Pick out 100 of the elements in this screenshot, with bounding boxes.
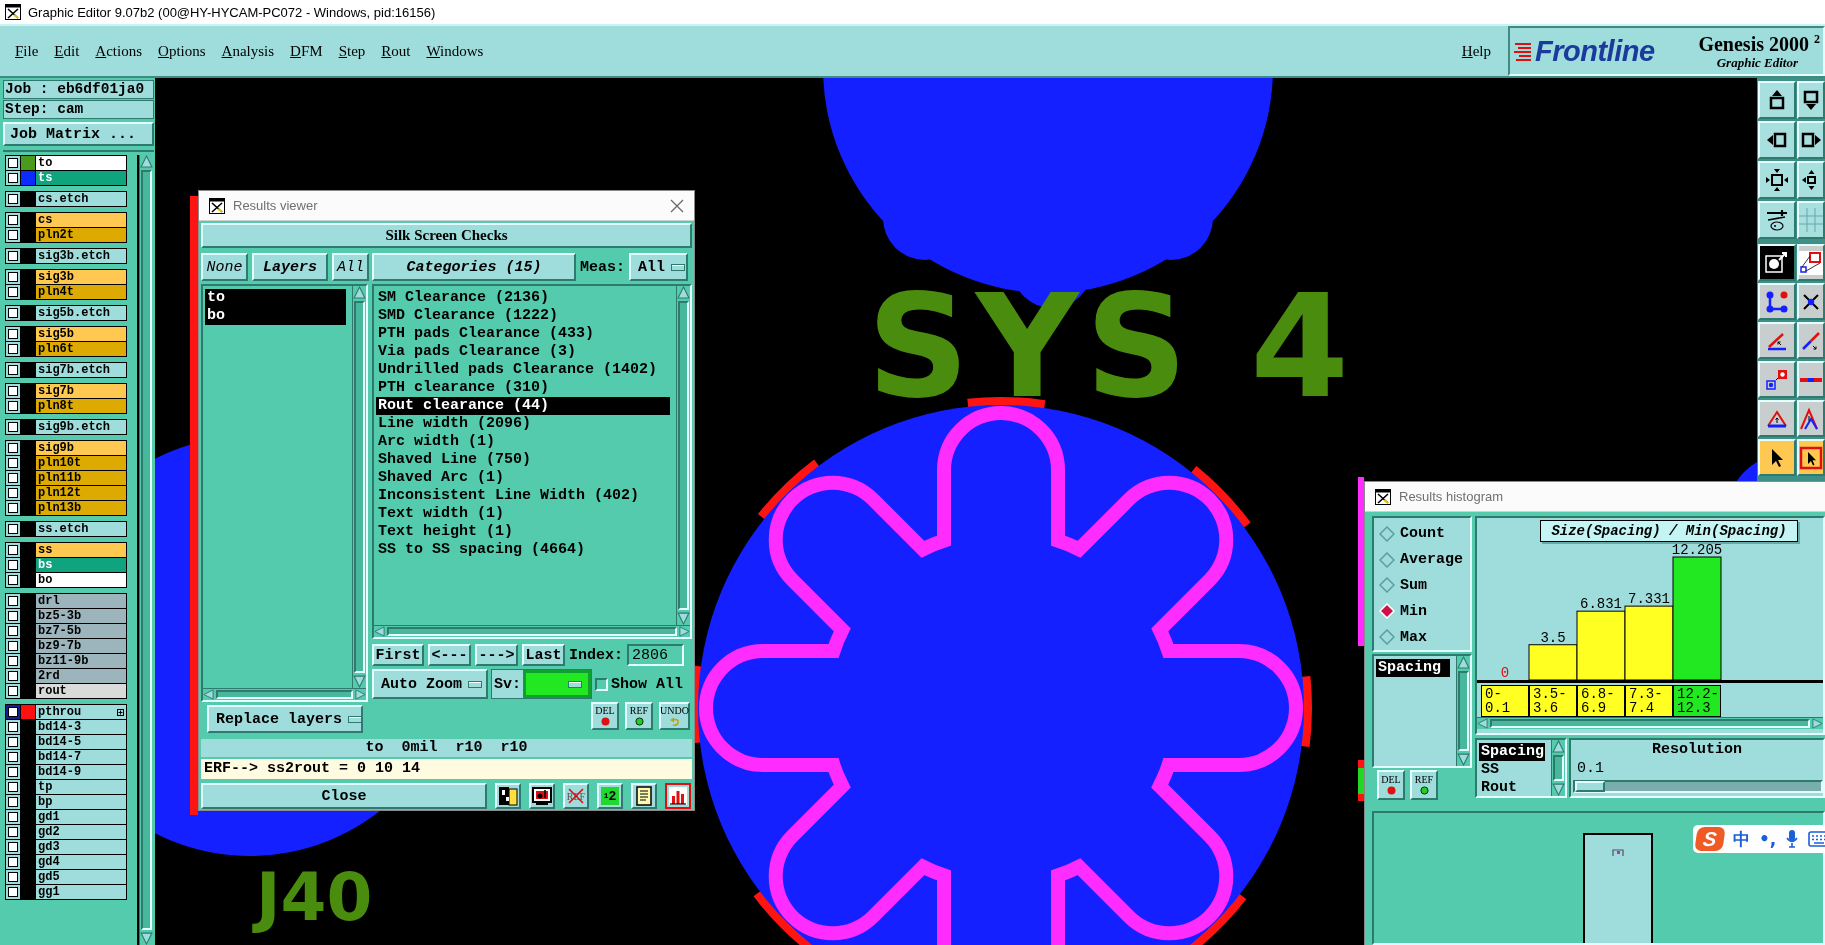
layer-name[interactable]: gd3 <box>36 840 126 854</box>
zoom-mode-dropdown[interactable]: Auto Zoom <box>372 669 488 699</box>
vertical-scrollbar[interactable] <box>139 155 153 945</box>
horizontal-scrollbar[interactable] <box>203 688 366 700</box>
reference-button[interactable]: REF <box>625 702 653 730</box>
keyboard-icon[interactable] <box>1808 831 1825 847</box>
numbering-button[interactable]: $^{1}$2 <box>597 783 623 809</box>
layer-name[interactable]: sig9b.etch <box>36 420 126 434</box>
layer-name[interactable]: 2rd <box>36 669 126 683</box>
layer-name[interactable]: sig5b <box>36 327 126 341</box>
category-item[interactable]: PTH pads Clearance (433) <box>376 325 670 343</box>
delete-button[interactable]: DEL <box>1377 770 1405 800</box>
show-all-checkbox[interactable] <box>595 677 608 691</box>
close-icon[interactable] <box>670 198 684 213</box>
resolution-slider[interactable] <box>1573 780 1823 793</box>
category-item[interactable]: SMD Clearance (1222) <box>376 307 670 325</box>
toolbar-button[interactable] <box>1758 283 1796 320</box>
layer-name[interactable]: ss <box>36 543 126 557</box>
horizontal-scrollbar[interactable] <box>374 625 690 637</box>
index-field[interactable]: 2806 <box>627 644 684 666</box>
mode-radio[interactable]: Average <box>1379 546 1470 573</box>
category-item[interactable]: Text width (1) <box>376 505 670 523</box>
layer-name[interactable]: pln8t <box>36 399 126 413</box>
layer-item[interactable]: to <box>205 289 346 307</box>
category-item[interactable]: Line width (2096) <box>376 415 670 433</box>
toolbar-button[interactable] <box>1758 121 1796 159</box>
categories-button[interactable]: Categories (15) <box>372 253 576 281</box>
category-item[interactable]: Shaved Line (750) <box>376 451 670 469</box>
category-item[interactable]: PTH clearance (310) <box>376 379 670 397</box>
toolbar-button[interactable] <box>1797 161 1825 199</box>
punctuation-toggle[interactable]: •, <box>1759 829 1777 849</box>
toolbar-button[interactable] <box>1758 244 1796 281</box>
input-mode-toggle[interactable]: 中 <box>1733 827 1750 851</box>
layer-name[interactable]: bd14-7 <box>36 750 126 764</box>
reference-button[interactable]: REF <box>1410 770 1438 800</box>
layer-name[interactable]: cs <box>36 213 126 227</box>
measure-item[interactable]: Spacing <box>1376 659 1450 677</box>
category-item[interactable]: Rout clearance (44) <box>376 397 670 415</box>
category-item[interactable]: Text height (1) <box>376 523 670 541</box>
layer-name[interactable]: pln6t <box>36 342 126 356</box>
nav-button[interactable]: First <box>372 644 424 666</box>
layer-name[interactable]: sig9b <box>36 441 126 455</box>
nav-button[interactable]: ---> <box>475 644 518 666</box>
toolbar-button[interactable] <box>1758 201 1796 239</box>
layer-name[interactable]: sig3b.etch <box>36 249 126 263</box>
menu-item[interactable]: Options <box>158 42 206 60</box>
layer-name[interactable]: bz9-7b <box>36 639 126 653</box>
category-item[interactable]: Shaved Arc (1) <box>376 469 670 487</box>
layer-name[interactable]: gd2 <box>36 825 126 839</box>
layer-name[interactable]: sig3b <box>36 270 126 284</box>
layer-name[interactable]: pln10t <box>36 456 126 470</box>
menu-item[interactable]: Edit <box>54 42 80 60</box>
histogram-bar[interactable] <box>1576 610 1626 681</box>
category-item[interactable]: SS to SS spacing (4664) <box>376 541 670 559</box>
mode-radio[interactable]: Count <box>1379 521 1470 547</box>
layers-button[interactable]: Layers <box>252 253 328 281</box>
toolbar-button[interactable] <box>1797 283 1825 320</box>
histogram-bar[interactable] <box>1672 556 1722 681</box>
menu-item[interactable]: Step <box>338 42 366 60</box>
layer-name[interactable]: pln13b <box>36 501 126 515</box>
vertical-scrollbar[interactable] <box>352 286 366 688</box>
menu-item[interactable]: Windows <box>426 42 484 60</box>
toolbar-button[interactable] <box>1758 439 1796 476</box>
layer-name[interactable]: bz7-5b <box>36 624 126 638</box>
layer-name[interactable]: bp <box>36 795 126 809</box>
histogram-bar[interactable] <box>1624 605 1674 681</box>
category-item[interactable]: Arc width (1) <box>376 433 670 451</box>
layer-name[interactable]: rout <box>36 684 126 698</box>
delete-button[interactable]: DEL <box>591 702 619 730</box>
toolbar-button[interactable] <box>1797 322 1825 359</box>
category-item[interactable]: Undrilled pads Clearance (1402) <box>376 361 670 379</box>
undo-button[interactable]: UNDO <box>659 702 690 730</box>
layer-name[interactable]: pthrou <box>36 705 126 719</box>
split-view-button[interactable] <box>495 783 521 809</box>
layer-name[interactable]: cs.etch <box>36 192 126 206</box>
toolbar-button[interactable] <box>1797 439 1825 476</box>
menu-item[interactable]: Analysis <box>221 42 275 60</box>
replace-mode-dropdown[interactable]: Replace layers <box>207 705 363 733</box>
horizontal-scrollbar[interactable] <box>1477 717 1823 729</box>
histogram-bar[interactable] <box>1528 644 1578 681</box>
all-button[interactable]: All <box>332 253 369 281</box>
layer-name[interactable]: pln4t <box>36 285 126 299</box>
layer-name[interactable]: sig5b.etch <box>36 306 126 320</box>
layer-name[interactable]: sig7b.etch <box>36 363 126 377</box>
layer-name[interactable]: pln12t <box>36 486 126 500</box>
record-button[interactable] <box>529 783 555 809</box>
layer-name[interactable]: gd4 <box>36 855 126 869</box>
layer-name[interactable]: pln11b <box>36 471 126 485</box>
help-menu[interactable]: Help <box>1461 42 1491 60</box>
menu-item[interactable]: File <box>15 42 39 60</box>
field-item[interactable]: SS <box>1479 761 1545 779</box>
toolbar-button[interactable] <box>1758 81 1796 119</box>
menu-item[interactable]: Rout <box>381 42 411 60</box>
slider-thumb[interactable] <box>1575 781 1605 792</box>
layer-name[interactable]: gd5 <box>36 870 126 884</box>
none-button[interactable]: None <box>201 253 248 281</box>
layer-name[interactable]: bo <box>36 573 126 587</box>
toolbar-button[interactable] <box>1758 400 1796 437</box>
layer-name[interactable]: bz5-3b <box>36 609 126 623</box>
report-button[interactable] <box>631 783 657 809</box>
